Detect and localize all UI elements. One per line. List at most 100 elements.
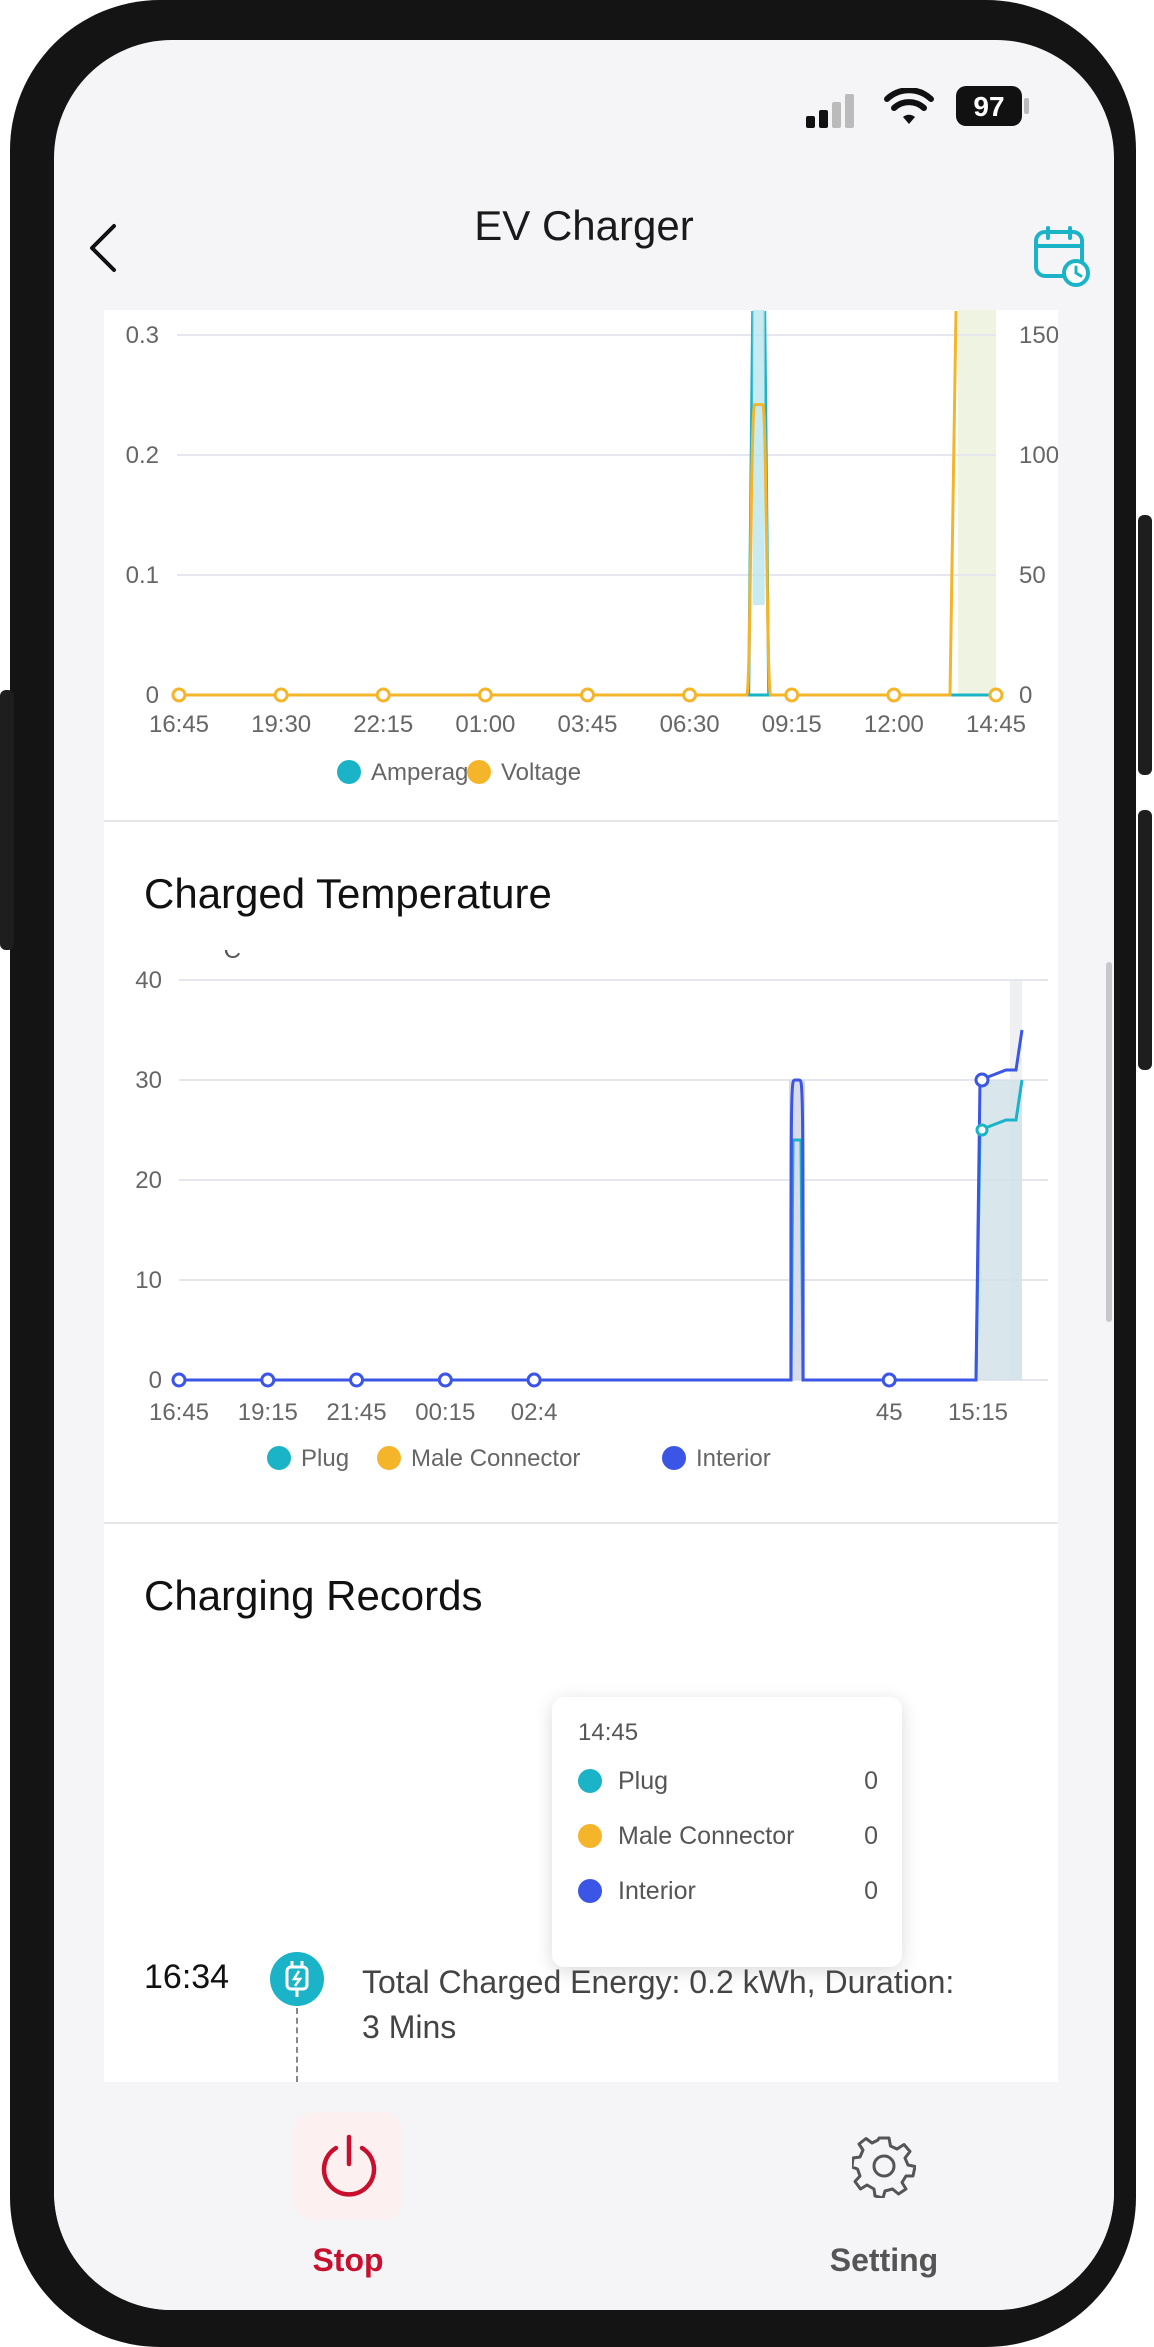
plug-legend-dot-icon (267, 1446, 291, 1470)
voltage-point (886, 687, 902, 703)
plug-point (975, 1123, 989, 1137)
tooltip-row-male-connector: Male Connector 0 (578, 1816, 878, 1856)
charging-plug-icon (270, 1952, 324, 2006)
signal-bars-icon (806, 94, 854, 128)
y-right-tick-label: 0 (1019, 682, 1032, 709)
y-tick-label: 30 (135, 1067, 162, 1094)
x-tick-label: 16:45 (149, 1399, 209, 1426)
tooltip-value: 0 (864, 1877, 878, 1905)
interior-point (526, 1372, 542, 1388)
tooltip-row-interior: Interior 0 (578, 1871, 878, 1911)
x-tick-label: 09:15 (762, 711, 822, 738)
y-tick-label: 10 (135, 1267, 162, 1294)
nav-bar: EV Charger (54, 160, 1114, 310)
power-chart[interactable]: 0 0.1 0.2 0.3 0 50 100 150 16:45 19:30 22:15 01:00 0… (104, 310, 1058, 820)
screen: 97 EV Charger 0 0.1 0.2 0.3 0 50 100 150 16: (54, 40, 1114, 2310)
male-connector-dot-icon (578, 1824, 602, 1848)
plug-dot-icon (578, 1769, 602, 1793)
content-scroll[interactable]: 0 0.1 0.2 0.3 0 50 100 150 16:45 19:30 22:15 01:00 0… (54, 310, 1114, 2082)
x-tick-label: 12:00 (864, 711, 924, 738)
temperature-chart[interactable]: °C 0 10 20 30 40 16:45 19:15 21:45 00:15 02:4 45 15:… (104, 950, 1058, 1495)
voltage-point (988, 687, 1004, 703)
legend-label: Interior (696, 1445, 771, 1472)
tooltip-time: 14:45 (578, 1719, 639, 1746)
section-divider (104, 1522, 1058, 1524)
legend-label: Amperage (371, 759, 482, 786)
stop-label: Stop (312, 2242, 384, 2278)
interior-point (974, 1072, 990, 1088)
unit-label: °C (214, 950, 241, 964)
side-button-right-upper (1138, 515, 1152, 775)
battery-tip (1024, 98, 1029, 114)
interior-point (437, 1372, 453, 1388)
setting-button[interactable]: Setting (734, 2082, 1034, 2282)
y-tick-label: 0 (149, 1367, 162, 1394)
y-tick-label: 20 (135, 1167, 162, 1194)
status-bar: 97 (54, 40, 1114, 160)
y-right-tick-label: 50 (1019, 562, 1046, 589)
section-divider (104, 820, 1058, 822)
interior-legend-dot-icon (662, 1446, 686, 1470)
amperage-spike-fill (752, 310, 765, 605)
amperage-legend-dot-icon (337, 760, 361, 784)
tooltip-value: 0 (864, 1822, 878, 1850)
voltage-point (477, 687, 493, 703)
y-right-tick-label: 100 (1019, 442, 1058, 469)
voltage-point (171, 687, 187, 703)
record-description: Total Charged Energy: 0.2 kWh, Duration:… (362, 1964, 955, 2045)
calendar-clock-icon[interactable] (1032, 226, 1092, 288)
tooltip-label: Interior (618, 1877, 696, 1905)
page-title: EV Charger (474, 202, 694, 249)
voltage-line (179, 310, 958, 697)
interior-point (349, 1372, 365, 1388)
stop-button[interactable]: Stop (198, 2082, 498, 2282)
timeline-line (296, 2008, 298, 2082)
x-tick-label: 14:45 (966, 711, 1026, 738)
temperature-title: Charged Temperature (144, 870, 552, 917)
voltage-point (273, 687, 289, 703)
y-tick-label: 40 (135, 967, 162, 994)
record-time: 16:34 (144, 1958, 230, 1996)
tooltip-value: 0 (864, 1767, 878, 1795)
chart-highlight-band (958, 310, 996, 695)
voltage-point (375, 687, 391, 703)
legend-label: Voltage (501, 759, 581, 786)
interior-point (260, 1372, 276, 1388)
y-left-tick-label: 0.2 (126, 442, 159, 469)
power-icon (321, 2134, 377, 2197)
bottom-action-bar: Stop Setting (54, 2082, 1114, 2310)
interior-point (171, 1372, 187, 1388)
x-tick-label: 22:15 (353, 711, 413, 738)
voltage-point (580, 687, 595, 703)
interior-line (179, 1029, 1024, 1382)
side-button-left (0, 690, 14, 950)
x-tick-label: 00:15 (415, 1399, 475, 1426)
y-left-tick-label: 0.1 (126, 562, 159, 589)
x-tick-label: 21:45 (327, 1399, 387, 1426)
x-tick-label: 19:30 (251, 711, 311, 738)
x-tick-label: 02:4 (511, 1399, 558, 1426)
records-title: Charging Records (144, 1572, 483, 1619)
legend-label: Male Connector (411, 1445, 580, 1472)
tooltip-label: Male Connector (618, 1822, 795, 1850)
y-left-tick-label: 0.3 (126, 322, 159, 349)
tooltip-label: Plug (618, 1767, 669, 1795)
gear-icon (852, 2136, 916, 2198)
voltage-legend-dot-icon (467, 760, 491, 784)
y-left-tick-label: 0 (146, 682, 159, 709)
setting-label: Setting (829, 2242, 939, 2278)
side-button-right-lower (1138, 810, 1152, 1070)
x-tick-label: 01:00 (455, 711, 515, 738)
battery-indicator: 97 (956, 86, 1022, 126)
wifi-icon (884, 88, 934, 124)
x-tick-label: 15:15 (948, 1399, 1008, 1426)
scrollbar[interactable] (1106, 962, 1112, 1322)
plug-line (179, 1079, 1024, 1382)
interior-point (881, 1372, 897, 1388)
legend-label: Plug (301, 1445, 349, 1472)
battery-level: 97 (973, 91, 1005, 122)
tooltip-row-plug: Plug 0 (578, 1761, 878, 1801)
male-connector-legend-dot-icon (377, 1446, 401, 1470)
voltage-point (784, 687, 800, 703)
voltage-point (682, 687, 698, 703)
